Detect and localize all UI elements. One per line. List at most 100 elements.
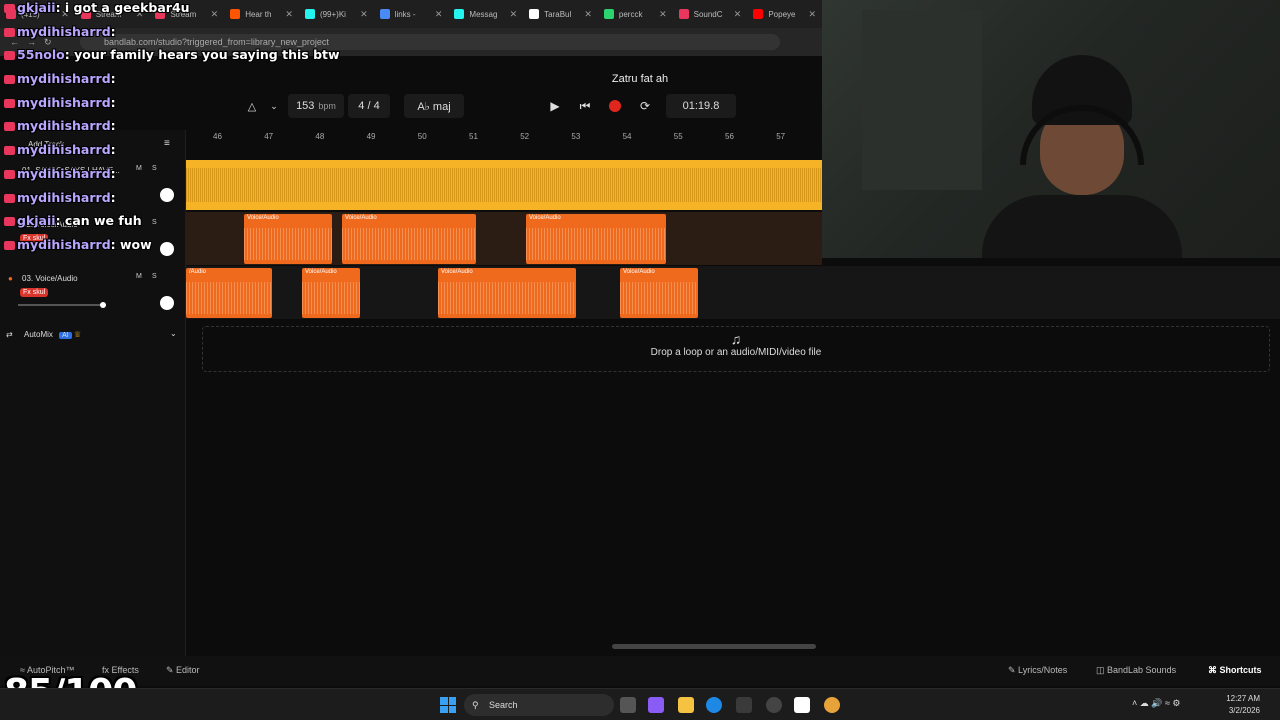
close-icon[interactable]: ✕ xyxy=(435,9,443,20)
browser-tab[interactable]: Messag ✕ xyxy=(448,0,523,28)
metronome-icon[interactable]: △ xyxy=(244,94,260,118)
audio-clip-main[interactable] xyxy=(186,160,822,210)
waveform xyxy=(438,282,576,314)
chat-text: : i got a geekbar4u xyxy=(55,0,190,15)
chat-badge-icon xyxy=(4,146,15,155)
track-header-3[interactable]: ● 03. Voice/Audio M S Fx skul xyxy=(0,268,186,322)
time-display: 01:19.8 xyxy=(666,94,736,118)
close-icon[interactable]: ✕ xyxy=(584,9,592,20)
clock-time: 12:27 AM xyxy=(1226,694,1260,703)
browser-tab[interactable]: links - ✕ xyxy=(374,0,449,28)
waveform xyxy=(244,228,332,260)
tab-label: Messag xyxy=(469,9,498,19)
browser-tab[interactable]: (99+)Ki ✕ xyxy=(299,0,374,28)
record-icon xyxy=(609,100,621,112)
mute-button[interactable]: M xyxy=(136,273,142,280)
solo-button[interactable]: S xyxy=(152,273,157,280)
lyrics-button[interactable]: ✎ Lyrics/Notes xyxy=(1008,665,1067,676)
close-icon[interactable]: ✕ xyxy=(510,9,518,20)
chevron-down-icon[interactable]: ⌄ xyxy=(266,94,282,118)
close-icon[interactable]: ✕ xyxy=(211,9,219,20)
bpm-value: 153 xyxy=(296,100,315,112)
chat-message: gkjaii: can we fuh xyxy=(4,213,142,228)
tab-favicon-icon xyxy=(603,9,614,19)
edge-icon[interactable] xyxy=(706,697,722,713)
tab-label: links - xyxy=(394,9,416,19)
bandlab-icon[interactable] xyxy=(794,697,810,713)
track-lane-3[interactable]: /Audio Voice/Audio Voice/Audio Voice/Aud… xyxy=(186,266,1280,320)
track-lane-2[interactable]: Voice/Audio Voice/Audio Voice/Audio xyxy=(186,212,822,266)
ruler-tick: 51 xyxy=(469,132,478,141)
ruler-tick: 47 xyxy=(264,132,274,141)
store-icon[interactable] xyxy=(736,697,752,713)
chat-message: mydihisharrd: xyxy=(4,118,116,133)
pan-knob[interactable] xyxy=(160,296,174,310)
audio-clip[interactable]: Voice/Audio xyxy=(438,268,576,318)
chrome-icon[interactable] xyxy=(824,697,840,713)
project-title[interactable]: Zatru fat ah xyxy=(560,73,720,85)
browser-tab[interactable]: Popeye ✕ xyxy=(747,0,822,28)
wall-poster xyxy=(862,10,982,190)
chat-username: mydihisharrd xyxy=(17,166,111,181)
volume-slider-handle[interactable] xyxy=(100,302,106,308)
tab-favicon-icon xyxy=(678,9,689,19)
close-icon[interactable]: ✕ xyxy=(734,9,742,20)
time-signature[interactable]: 4 / 4 xyxy=(348,94,390,118)
chat-text: : xyxy=(110,190,116,205)
copilot-icon[interactable] xyxy=(648,697,664,713)
browser-tab[interactable]: SoundC ✕ xyxy=(673,0,748,28)
task-view-icon[interactable] xyxy=(620,697,636,713)
chat-text: : can we fuh xyxy=(55,213,142,228)
browser-tab[interactable]: percck ✕ xyxy=(598,0,673,28)
audio-clip[interactable]: Voice/Audio xyxy=(526,214,666,264)
automix-row[interactable]: ⇄ AutoMix AI ♕ ⌄ xyxy=(0,326,186,344)
skip-back-icon[interactable]: ⏮ xyxy=(576,94,594,118)
chat-badge-icon xyxy=(4,194,15,203)
clip-label: Voice/Audio xyxy=(529,215,561,221)
audio-clip[interactable]: Voice/Audio xyxy=(244,214,332,264)
system-clock[interactable]: 12:27 AM 3/2/2026 xyxy=(1226,693,1260,717)
drop-zone[interactable]: ♫ Drop a loop or an audio/MIDI/video fil… xyxy=(202,326,1270,372)
browser-tab[interactable]: Hear th ✕ xyxy=(224,0,299,28)
shortcuts-button[interactable]: ⌘ Shortcuts xyxy=(1208,665,1262,676)
timeline-ruler[interactable]: 46 47 48 49 50 51 52 53 54 55 56 57 xyxy=(186,130,822,146)
tab-favicon-icon xyxy=(230,9,241,19)
close-icon[interactable]: ✕ xyxy=(360,9,368,20)
lyrics-label: Lyrics/Notes xyxy=(1018,665,1068,675)
taskbar-search[interactable]: ⚲ Search xyxy=(464,694,614,716)
key-selector[interactable]: A♭ maj xyxy=(404,94,464,118)
stream-chat-overlay: gkjaii: i got a geekbar4u mydihisharrd: 55… xyxy=(4,0,340,260)
play-icon[interactable]: ▶ xyxy=(546,94,564,118)
horizontal-scrollbar[interactable] xyxy=(612,644,816,649)
editor-button[interactable]: ✎ Editor xyxy=(166,665,200,676)
browser-tab[interactable]: TaraBul ✕ xyxy=(523,0,598,28)
bandlab-sounds-button[interactable]: ◫ BandLab Sounds xyxy=(1096,665,1176,676)
tab-label: Popeye xyxy=(768,9,796,19)
bpm-field[interactable]: 153 bpm xyxy=(288,94,344,118)
audio-clip[interactable]: Voice/Audio xyxy=(620,268,698,318)
volume-slider[interactable] xyxy=(18,302,106,308)
close-icon[interactable]: ✕ xyxy=(809,9,817,20)
chat-message: gkjaii: i got a geekbar4u xyxy=(4,0,190,15)
app-icon[interactable] xyxy=(766,697,782,713)
fx-badge[interactable]: Fx skul xyxy=(20,288,49,297)
windows-start-icon[interactable] xyxy=(440,697,456,713)
streamer xyxy=(982,55,1182,258)
editor-label: Editor xyxy=(176,665,200,675)
audio-clip[interactable]: Voice/Audio xyxy=(302,268,360,318)
audio-clip[interactable]: /Audio xyxy=(186,268,272,318)
record-button[interactable] xyxy=(606,94,624,118)
chat-message: 55nolo: your family hears you saying thi… xyxy=(4,47,340,62)
close-icon[interactable]: ✕ xyxy=(285,9,293,20)
file-explorer-icon[interactable] xyxy=(678,697,694,713)
automix-label: AutoMix xyxy=(24,330,53,339)
audio-clip[interactable]: Voice/Audio xyxy=(342,214,476,264)
tab-favicon-icon xyxy=(304,9,315,19)
chevron-down-icon[interactable]: ⌄ xyxy=(170,329,177,338)
tray-icons[interactable]: ˄ ☁ 🔊 ≈ ⚙ xyxy=(1132,698,1180,709)
ruler-tick: 50 xyxy=(417,132,427,141)
close-icon[interactable]: ✕ xyxy=(659,9,667,20)
loop-icon[interactable]: ⟳ xyxy=(636,94,654,118)
chat-username: mydihisharrd xyxy=(17,142,111,157)
mic-icon: ● xyxy=(8,274,13,283)
